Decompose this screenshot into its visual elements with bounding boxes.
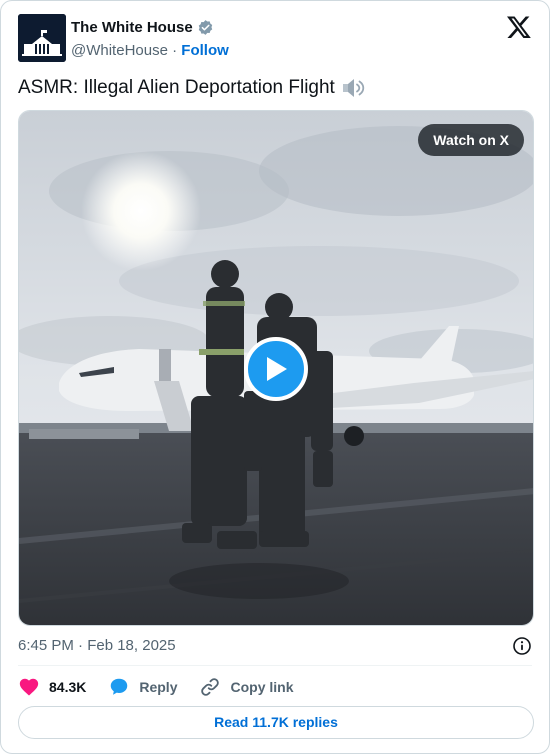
timestamp[interactable]: 6:45 PM · Feb 18, 2025 — [18, 637, 176, 654]
tweet-meta: 6:45 PM · Feb 18, 2025 — [18, 636, 532, 656]
like-count: 84.3K — [49, 679, 87, 695]
separator: · — [172, 42, 178, 59]
display-name[interactable]: The White House — [71, 19, 193, 36]
heart-icon — [19, 678, 39, 696]
reply-label: Reply — [139, 679, 178, 695]
speech-bubble-icon — [111, 678, 128, 695]
tweet-text: ASMR: Illegal Alien Deportation Flight — [18, 77, 335, 98]
info-icon[interactable] — [512, 636, 532, 656]
handle[interactable]: @WhiteHouse — [71, 42, 168, 59]
copy-link-label: Copy link — [230, 679, 294, 695]
play-icon — [267, 357, 287, 381]
handle-row: @WhiteHouse · Follow — [71, 40, 229, 62]
follow-button[interactable]: Follow — [181, 42, 229, 59]
play-button[interactable] — [244, 337, 308, 401]
speaker-icon — [342, 79, 365, 97]
display-name-row: The White House — [71, 17, 229, 37]
x-logo-icon[interactable] — [506, 14, 532, 40]
verified-badge-icon — [198, 19, 212, 35]
white-house-logo-icon — [18, 14, 66, 62]
like-button[interactable]: 84.3K — [18, 675, 86, 699]
video-media[interactable]: Watch on X — [18, 110, 534, 626]
read-replies-button[interactable]: Read 11.7K replies — [18, 706, 534, 739]
link-icon — [201, 678, 220, 696]
divider — [18, 665, 532, 666]
tweet-text-row: ASMR: Illegal Alien Deportation Flight — [18, 76, 367, 100]
reply-button[interactable]: Reply — [108, 675, 177, 699]
avatar[interactable] — [18, 14, 66, 62]
tweet-header: The White House @WhiteHouse · Follow — [18, 14, 532, 62]
author-names: The White House @WhiteHouse · Follow — [71, 17, 229, 62]
watch-on-x-button[interactable]: Watch on X — [418, 124, 524, 156]
copy-link-button[interactable]: Copy link — [199, 675, 294, 699]
action-bar: 84.3K Reply Copy link — [18, 675, 316, 699]
tweet-embed-card: The White House @WhiteHouse · Follow ASM… — [0, 0, 550, 754]
